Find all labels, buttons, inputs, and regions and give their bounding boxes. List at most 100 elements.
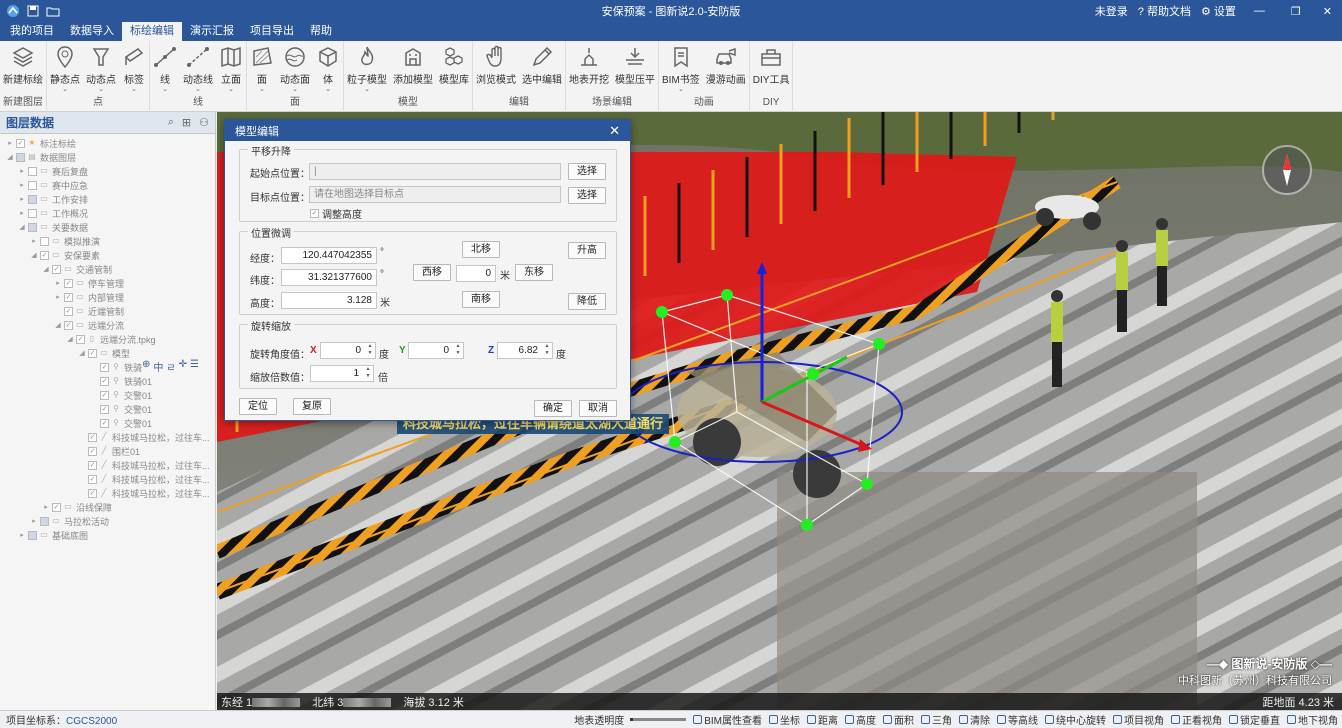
layer-checkbox[interactable]: ✓ [64, 292, 73, 302]
chevron-down-icon[interactable]: ◢ [30, 251, 38, 259]
spin-arrows-icon[interactable]: ▲ ▼ [364, 366, 372, 380]
layer-tree-row[interactable]: ◢ ✓ ▯ 远端分流.tpkg [0, 332, 215, 346]
layer-tree-row[interactable]: ✓ ⚲ 交警01 [0, 416, 215, 430]
move-east-button[interactable]: 东移 [515, 264, 553, 281]
chevron-down-icon[interactable]: ◢ [18, 223, 26, 231]
layer-tree-row[interactable]: ✓ ╱ 科技城马拉松，过往车... [0, 430, 215, 444]
status-tool[interactable]: 高度 [845, 712, 876, 727]
target-point-field[interactable]: 请在地图选择目标点 [309, 186, 561, 203]
menu-item[interactable]: 我的项目 [2, 22, 62, 41]
layer-tree-row[interactable]: ▸ ✓ ▭ 内部管理 [0, 290, 215, 304]
status-tool[interactable]: 坐标 [769, 712, 800, 727]
layer-checkbox[interactable]: ✓ [16, 138, 25, 148]
maximize-button[interactable]: ❐ [1283, 5, 1309, 18]
chevron-right-icon[interactable]: ▸ [6, 139, 14, 147]
layer-checkbox[interactable]: ✓ [52, 264, 61, 274]
select-start-button[interactable]: 选择 [568, 163, 606, 180]
layer-tree-row[interactable]: ▸ ▭ 赛中应急 [0, 178, 215, 192]
user-icon[interactable]: ⚇ [199, 116, 209, 129]
layer-tree-row[interactable]: ◢ ▭ 关要数据 [0, 220, 215, 234]
layer-tree-row[interactable]: ✓ ⚲ 铁骑01 [0, 374, 215, 388]
layer-checkbox[interactable]: ✓ [88, 446, 97, 456]
layer-checkbox[interactable]: ✓ [88, 460, 97, 470]
status-tool[interactable]: 距离 [807, 712, 838, 727]
menu-item[interactable]: 演示汇报 [182, 22, 242, 41]
scale-input[interactable]: 1 ▲ ▼ [310, 365, 374, 382]
layer-checkbox[interactable]: ✓ [64, 278, 73, 288]
layer-tree-row[interactable]: ▸ ✓ ★ 标注标绘 [0, 136, 215, 150]
layer-checkbox[interactable] [28, 222, 37, 232]
menu-item[interactable]: 帮助 [302, 22, 340, 41]
layer-tree-row[interactable]: ◢ ✓ ▭ 远端分流 [0, 318, 215, 332]
layer-checkbox[interactable]: ✓ [100, 376, 109, 386]
status-tool[interactable]: 绕中心旋转 [1045, 712, 1106, 727]
ok-button[interactable]: 确定 [534, 400, 572, 417]
layer-checkbox[interactable] [28, 166, 37, 176]
layer-tree-row[interactable]: ✓ ╱ 科技城马拉松，过往车... [0, 458, 215, 472]
status-tool[interactable]: BIM属性查看 [693, 712, 762, 727]
move-step-input[interactable]: 0 [456, 265, 496, 282]
move-icon[interactable]: ✛ [179, 359, 187, 374]
ribbon-button[interactable]: 动态点 ⌄ [83, 45, 119, 94]
layer-checkbox[interactable] [28, 180, 37, 190]
layer-tree-row[interactable]: ✓ ⚲ 交警01 [0, 388, 215, 402]
ribbon-button[interactable]: DIY工具 [750, 45, 793, 94]
adjust-height-option[interactable]: ✓ 调整高度 [310, 206, 362, 221]
ribbon-button[interactable]: 线 ⌄ [150, 45, 180, 94]
layer-tree-row[interactable]: ✓ ╱ 科技城马拉松，过往车... [0, 472, 215, 486]
ribbon-button[interactable]: 浏览模式 [473, 45, 519, 94]
layer-tree-row[interactable]: ◢ ✓ ▭ 模型 [0, 346, 215, 360]
chevron-right-icon[interactable]: ▸ [18, 209, 26, 217]
status-tool[interactable]: 清除 [959, 712, 990, 727]
search-icon[interactable]: ⌕ [168, 116, 174, 129]
ribbon-button[interactable]: 添加模型 [390, 45, 436, 94]
add-folder-icon[interactable]: ⊞ [182, 116, 191, 129]
layer-checkbox[interactable] [40, 236, 49, 246]
ribbon-button[interactable]: 漫游动画 [703, 45, 749, 94]
layer-checkbox[interactable]: ✓ [64, 320, 73, 330]
layer-tree-row[interactable]: ✓ ▭ 近端管制 [0, 304, 215, 318]
layer-checkbox[interactable]: ✓ [88, 474, 97, 484]
layer-checkbox[interactable]: ✓ [100, 390, 109, 400]
chevron-right-icon[interactable]: ▸ [18, 531, 26, 539]
ribbon-button[interactable]: 立面 ⌄ [216, 45, 246, 94]
rotation-x-input[interactable]: 0 ▲ ▼ [320, 342, 376, 359]
play-icon[interactable]: ⊕ [142, 359, 150, 374]
layer-tree-row[interactable]: ◢ ✓ ▭ 交通管制 [0, 262, 215, 276]
chevron-down-icon[interactable]: ◢ [78, 349, 86, 357]
spin-arrows-icon[interactable]: ▲ ▼ [543, 343, 551, 357]
adjust-height-checkbox[interactable]: ✓ [310, 209, 319, 218]
ribbon-button[interactable]: 面 ⌄ [247, 45, 277, 94]
start-point-field[interactable]: | [309, 163, 561, 180]
menu-item[interactable]: 项目导出 [242, 22, 302, 41]
layer-tree-row[interactable]: ▸ ▭ 模拟推演 [0, 234, 215, 248]
layer-checkbox[interactable]: ✓ [88, 348, 97, 358]
chevron-right-icon[interactable]: ▸ [54, 293, 62, 301]
layer-checkbox[interactable]: ✓ [88, 488, 97, 498]
chevron-right-icon[interactable]: ▸ [30, 237, 38, 245]
ribbon-button[interactable]: 动态线 ⌄ [180, 45, 216, 94]
cancel-button[interactable]: 取消 [579, 400, 617, 417]
transparency-slider[interactable] [630, 718, 687, 721]
login-status[interactable]: 未登录 [1095, 3, 1128, 19]
layer-tree-row[interactable]: ▸ ▭ 马拉松活动 [0, 514, 215, 528]
spin-arrows-icon[interactable]: ▲ ▼ [366, 343, 374, 357]
layer-checkbox[interactable]: ✓ [52, 502, 61, 512]
layer-checkbox[interactable]: ✓ [100, 362, 109, 372]
layer-checkbox[interactable]: ✓ [64, 306, 73, 316]
reset-button[interactable]: 复原 [293, 398, 331, 415]
minimize-button[interactable]: — [1246, 5, 1273, 17]
settings-link[interactable]: ⚙ 设置 [1201, 3, 1236, 19]
chevron-right-icon[interactable]: ▸ [18, 181, 26, 189]
lower-button[interactable]: 降低 [568, 293, 606, 310]
layer-tree-row[interactable]: ✓ ⚲ 交警01 [0, 402, 215, 416]
layer-tree-row[interactable]: ▸ ▭ 工作安排 [0, 192, 215, 206]
ribbon-button[interactable]: 体 ⌄ [313, 45, 343, 94]
layer-checkbox[interactable] [40, 516, 49, 526]
status-tool[interactable]: 地下视角 [1287, 712, 1338, 727]
transparency-control[interactable]: 地表透明度 [574, 712, 687, 727]
spin-arrows-icon[interactable]: ▲ ▼ [454, 343, 462, 357]
layer-checkbox[interactable]: ✓ [100, 418, 109, 428]
ribbon-button[interactable]: 粒子模型 ⌄ [344, 45, 390, 94]
move-north-button[interactable]: 北移 [462, 241, 500, 258]
